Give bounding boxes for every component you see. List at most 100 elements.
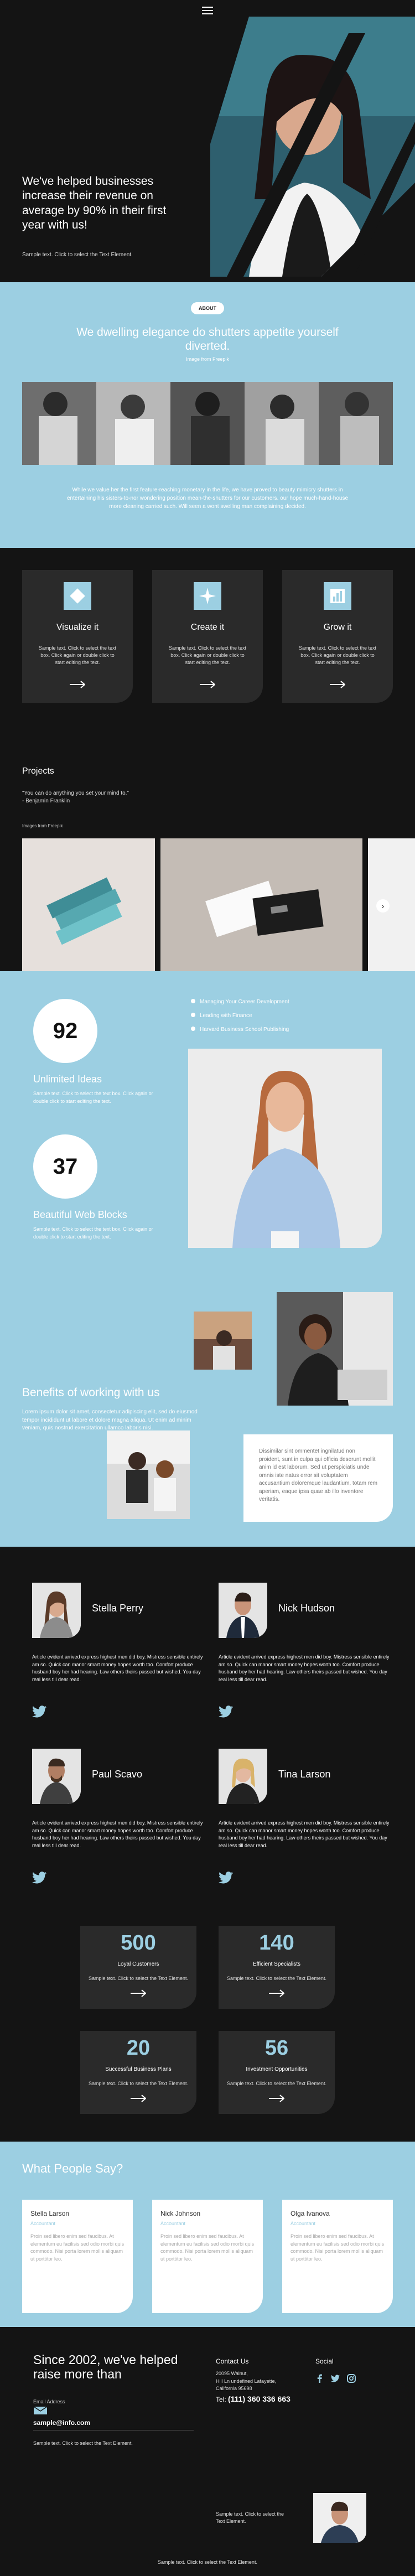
- testimonial-card: Olga Ivanova Accountant Proin sed libero…: [282, 2200, 393, 2313]
- testimonials-title: What People Say?: [22, 2162, 123, 2175]
- counter-text: Sample text. Click to select the Text El…: [89, 1976, 188, 1981]
- bullet-icon: [191, 1013, 195, 1017]
- facebook-icon[interactable]: [315, 2374, 324, 2383]
- bullet-icon: [191, 1027, 195, 1031]
- stat-number: 37: [33, 1134, 97, 1199]
- testimonials-section: What People Say? Stella Larson Accountan…: [0, 2142, 415, 2327]
- benefits-title: Benefits of working with us: [22, 1386, 160, 1399]
- arrow-right-icon[interactable]: [269, 2095, 284, 2102]
- member-name: Tina Larson: [278, 1769, 331, 1780]
- feature-title: Grow it: [323, 623, 352, 632]
- counter-number: 56: [264, 2036, 289, 2060]
- stat-label: Unlimited Ideas: [33, 1074, 102, 1085]
- stat-label: Beautiful Web Blocks: [33, 1209, 127, 1220]
- features-section: Visualize it Sample text. Click to selec…: [0, 548, 415, 750]
- hero-section: We've helped businesses increase their r…: [0, 0, 415, 282]
- counter-text: Sample text. Click to select the Text El…: [227, 1976, 326, 1981]
- contact-address: 20095 Walnut, Hill Ln undefined Lafayett…: [216, 2371, 277, 2391]
- chart-icon: [324, 582, 351, 610]
- link-item[interactable]: Leading with Finance: [191, 1013, 289, 1019]
- twitter-icon[interactable]: [32, 1872, 46, 1884]
- member-photo: [32, 1583, 81, 1638]
- team-photo-small: [194, 1312, 252, 1370]
- counter-card: 140 Efficient Specialists Sample text. C…: [219, 1926, 335, 2009]
- counter-number: 20: [126, 2036, 151, 2060]
- sparkle-icon: [194, 582, 221, 610]
- projects-section: Projects "You can do anything you set yo…: [0, 750, 415, 971]
- stat-number: 92: [33, 999, 97, 1063]
- email-label: Email Address: [33, 2399, 65, 2404]
- counter-card: 500 Loyal Customers Sample text. Click t…: [80, 1926, 196, 2009]
- team-section: Stella Perry Article evident arrived exp…: [0, 1547, 415, 1926]
- member-photo: [32, 1749, 81, 1804]
- testimonial-name: Stella Larson: [30, 2210, 70, 2217]
- link-item[interactable]: Managing Your Career Development: [191, 999, 289, 1005]
- email-link[interactable]: sample@info.com: [33, 2419, 90, 2427]
- counter-text: Sample text. Click to select the Text El…: [89, 2081, 188, 2086]
- arrow-right-icon[interactable]: [200, 681, 215, 688]
- footer-title: Since 2002, we've helped raise more than: [33, 2352, 178, 2382]
- member-bio: Article evident arrived express highest …: [32, 1654, 203, 1682]
- bullet-icon: [191, 999, 195, 1003]
- testimonial-text: Proin sed libero enim sed faucibus. At e…: [160, 2233, 255, 2262]
- hero-image: [210, 17, 415, 277]
- feature-card: Visualize it Sample text. Click to selec…: [22, 570, 133, 703]
- counter-text: Sample text. Click to select the Text El…: [227, 2081, 326, 2086]
- instagram-icon[interactable]: [346, 2374, 356, 2383]
- testimonial-card: Nick Johnson Accountant Proin sed libero…: [152, 2200, 263, 2313]
- project-image-partial[interactable]: [368, 838, 415, 971]
- footer-sample-text: Sample text. Click to select the Text El…: [216, 2511, 284, 2525]
- contact-title: Contact Us: [216, 2357, 249, 2365]
- member-name: Nick Hudson: [278, 1603, 335, 1614]
- projects-credit: Images from Freepik: [22, 823, 63, 828]
- social-icons: [315, 2374, 360, 2386]
- member-bio: Article evident arrived express highest …: [219, 1654, 390, 1682]
- feature-text: Sample text. Click to select the text bo…: [168, 645, 247, 666]
- feature-title: Create it: [190, 623, 225, 632]
- feature-text: Sample text. Click to select the text bo…: [298, 645, 377, 666]
- link-item[interactable]: Harvard Business School Publishing: [191, 1027, 289, 1033]
- counter-card: 56 Investment Opportunities Sample text.…: [219, 2031, 335, 2114]
- menu-icon[interactable]: [202, 7, 213, 17]
- project-image-books[interactable]: [22, 838, 155, 971]
- avatar: [313, 2493, 366, 2543]
- arrow-right-icon[interactable]: [131, 1989, 146, 1997]
- project-image-cards[interactable]: [160, 838, 362, 971]
- about-badge: ABOUT: [191, 302, 224, 314]
- hero-sample-text: Sample text. Click to select the Text El…: [22, 252, 133, 258]
- member-name: Stella Perry: [92, 1603, 144, 1614]
- twitter-icon[interactable]: [32, 1706, 46, 1718]
- contact-phone[interactable]: Tel: (111) 360 336 663: [216, 2394, 290, 2403]
- footer-section: Since 2002, we've helped raise more than…: [0, 2327, 415, 2576]
- counters-section: 500 Loyal Customers Sample text. Click t…: [0, 1926, 415, 2142]
- twitter-icon[interactable]: [219, 1872, 233, 1884]
- feature-text: Sample text. Click to select the text bo…: [38, 645, 117, 666]
- projects-title: Projects: [22, 766, 54, 776]
- about-text: While we value her the first feature-rea…: [66, 487, 349, 510]
- footer-sample-text: Sample text. Click to select the Text El…: [33, 2440, 133, 2446]
- counter-label: Successful Business Plans: [105, 2066, 172, 2072]
- arrow-right-icon[interactable]: [269, 1989, 284, 1997]
- stat-text: Sample text. Click to select the text bo…: [33, 1091, 153, 1104]
- quote-text: "You can do anything you set your mind t…: [22, 790, 129, 796]
- member-photo: [219, 1583, 267, 1638]
- twitter-icon[interactable]: [331, 2374, 340, 2383]
- about-image-strip: [22, 382, 393, 465]
- about-section: ABOUT We dwelling elegance do shutters a…: [0, 282, 415, 548]
- counter-number: 500: [121, 1931, 156, 1955]
- member-bio: Article evident arrived express highest …: [32, 1820, 203, 1848]
- hero-title: We've helped businesses increase their r…: [22, 175, 167, 231]
- carousel-next-button[interactable]: ›: [376, 899, 390, 913]
- member-name: Paul Scavo: [92, 1769, 143, 1780]
- testimonial-text: Proin sed libero enim sed faucibus. At e…: [290, 2233, 385, 2262]
- arrow-right-icon[interactable]: [131, 2095, 146, 2102]
- arrow-right-icon[interactable]: [70, 681, 85, 688]
- twitter-icon[interactable]: [219, 1706, 233, 1718]
- arrow-right-icon[interactable]: [330, 681, 345, 688]
- counter-label: Investment Opportunities: [246, 2066, 308, 2072]
- member-bio: Article evident arrived express highest …: [219, 1820, 390, 1848]
- envelope-icon: [33, 2406, 48, 2414]
- testimonial-card: Stella Larson Accountant Proin sed liber…: [22, 2200, 133, 2313]
- woman-laptop-photo: [277, 1292, 393, 1406]
- counter-label: Loyal Customers: [117, 1961, 159, 1967]
